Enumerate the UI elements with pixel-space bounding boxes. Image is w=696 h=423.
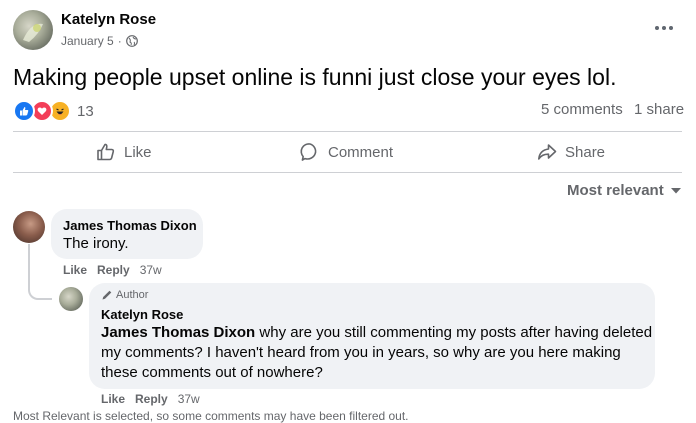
share-button[interactable]: Share	[537, 142, 605, 162]
more-options-icon[interactable]	[655, 26, 673, 30]
post-date[interactable]: January 5	[61, 34, 114, 48]
reply-author-name[interactable]: Katelyn Rose	[101, 307, 183, 322]
comment-sort-label: Most relevant	[567, 182, 664, 199]
comment-like-link[interactable]: Like	[63, 263, 87, 277]
commenter-avatar[interactable]	[13, 211, 45, 243]
reactions-summary[interactable]: 13	[13, 100, 94, 122]
comment-sort-dropdown[interactable]: Most relevant	[567, 182, 682, 199]
reply-text: James Thomas Dixon why are you still com…	[101, 323, 652, 383]
post-text: Making people upset online is funni just…	[13, 64, 617, 90]
author-badge-label: Author	[116, 289, 149, 301]
reply-actions: Like Reply 37w	[101, 392, 200, 406]
comment-text: The irony.	[63, 235, 129, 252]
reply-thread-line	[28, 244, 52, 300]
pencil-icon	[101, 289, 113, 301]
divider-bottom	[13, 172, 682, 173]
reaction-count[interactable]: 13	[77, 103, 94, 120]
comment-timestamp[interactable]: 37w	[140, 263, 162, 277]
comment-bubble: James Thomas Dixon The irony.	[51, 209, 203, 259]
post-author-avatar[interactable]	[13, 10, 53, 50]
post-meta: January 5 ·	[61, 34, 138, 48]
comment-actions: Like Reply 37w	[63, 263, 162, 277]
share-button-label: Share	[565, 143, 606, 161]
divider-top	[13, 131, 682, 132]
like-button-label: Like	[124, 143, 152, 161]
meta-separator-dot: ·	[117, 34, 122, 48]
like-button[interactable]: Like	[96, 142, 152, 162]
caret-down-icon	[670, 187, 682, 195]
speech-bubble-icon	[300, 142, 320, 162]
reply-reply-link[interactable]: Reply	[135, 392, 168, 406]
shares-count[interactable]: 1 share	[634, 101, 684, 118]
post-author-name[interactable]: Katelyn Rose	[61, 11, 156, 28]
like-reaction-icon	[13, 100, 35, 122]
comments-count[interactable]: 5 comments	[541, 101, 623, 118]
share-arrow-icon	[537, 142, 557, 162]
reply-text-line-2: my comments? I haven't heard from you in…	[101, 344, 621, 361]
reply-bubble: Author Katelyn Rose James Thomas Dixon w…	[89, 283, 655, 389]
reply-like-link[interactable]: Like	[101, 392, 125, 406]
filter-notice: Most Relevant is selected, so some comme…	[13, 409, 409, 423]
reply-author-avatar[interactable]	[59, 287, 83, 311]
reply-mention-link[interactable]: James Thomas Dixon	[101, 324, 255, 341]
reply-text-line-1: why are you still commenting my posts af…	[259, 324, 653, 341]
reply-text-line-3: these comments out of nowhere?	[101, 364, 323, 381]
author-badge: Author	[101, 289, 148, 301]
thumbs-up-icon	[96, 142, 116, 162]
globe-icon	[125, 35, 138, 47]
comment-button-label: Comment	[328, 143, 394, 161]
reply-timestamp[interactable]: 37w	[178, 392, 200, 406]
comment-button[interactable]: Comment	[300, 142, 393, 162]
comment-reply-link[interactable]: Reply	[97, 263, 130, 277]
comment-author-name[interactable]: James Thomas Dixon	[63, 218, 197, 233]
